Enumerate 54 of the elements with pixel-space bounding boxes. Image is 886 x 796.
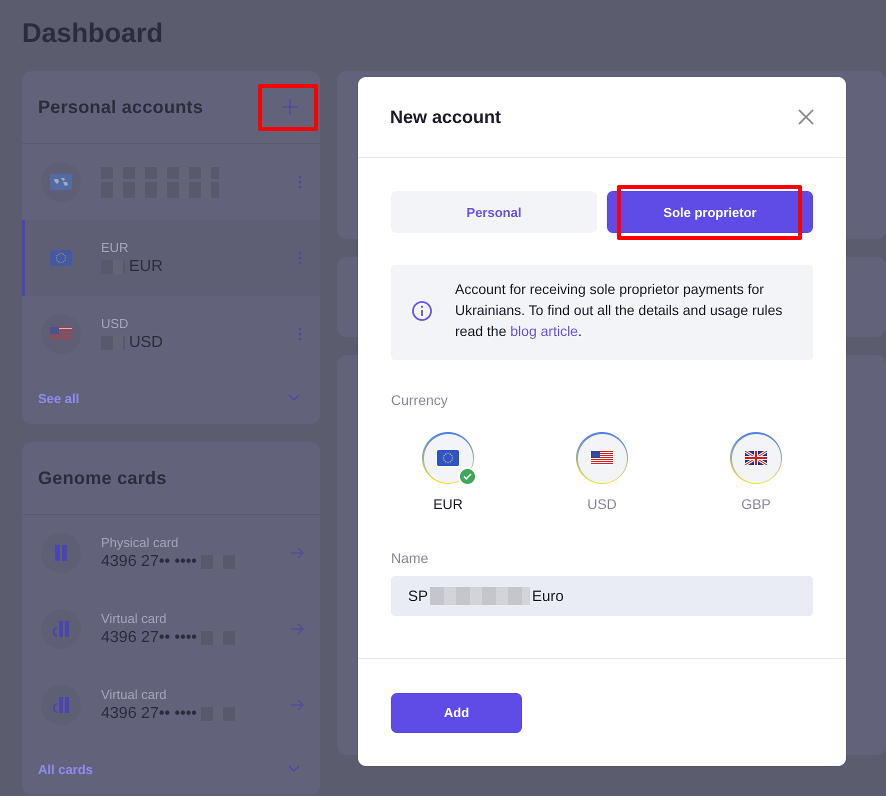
info-icon xyxy=(411,300,433,322)
field-label: Currency xyxy=(391,392,448,408)
add-button[interactable]: Add xyxy=(391,692,522,732)
currency-option[interactable]: USD xyxy=(576,432,628,512)
info-text: Account for receiving sole proprietor payments for Ukrainians. To find out all the details and usage rules read the blog article. xyxy=(455,280,784,341)
close-icon[interactable] xyxy=(798,109,814,125)
account-type-tab[interactable]: Sole proprietor xyxy=(607,191,813,233)
card-row[interactable]: Physical card 4396 27•• •••• xyxy=(22,515,320,591)
chevron-down-icon[interactable] xyxy=(288,394,300,402)
currency-option[interactable]: EUR xyxy=(422,432,474,512)
card-type: Physical card xyxy=(101,535,180,550)
more-icon[interactable] xyxy=(296,325,304,343)
account-balance: USD xyxy=(129,334,163,352)
currency-code: USD xyxy=(587,496,617,512)
currency-option[interactable]: GBP xyxy=(730,432,782,512)
chevron-down-icon[interactable] xyxy=(288,765,300,773)
modal-title: New account xyxy=(390,106,502,128)
account-balance: EUR xyxy=(129,258,163,276)
card-number: 4396 27•• •••• xyxy=(101,705,197,723)
card-type: Virtual card xyxy=(101,687,168,702)
card-title: Personal accounts xyxy=(38,96,204,118)
account-label: EUR xyxy=(101,240,130,255)
card-icon xyxy=(54,545,68,561)
card-row[interactable]: Virtual card 4396 27•• •••• xyxy=(22,667,320,743)
more-icon[interactable] xyxy=(296,173,304,191)
account-row[interactable]: EUR EUR xyxy=(22,220,320,296)
virtual-card-icon xyxy=(51,621,71,637)
card-number: 4396 27•• •••• xyxy=(101,629,197,647)
arrow-right-icon[interactable] xyxy=(290,699,304,711)
card-number: 4396 27•• •••• xyxy=(101,553,197,571)
world-map-icon xyxy=(50,174,72,190)
us-flag-icon xyxy=(50,327,72,341)
blog-link[interactable]: blog article xyxy=(510,323,578,339)
name-field[interactable]: SP Euro xyxy=(391,576,813,616)
currency-code: EUR xyxy=(433,496,463,512)
card-type: Virtual card xyxy=(101,611,168,626)
eu-flag-icon xyxy=(50,250,72,266)
eu-flag-icon xyxy=(437,450,459,466)
card-row[interactable]: Virtual card 4396 27•• •••• xyxy=(22,591,320,667)
field-label: Name xyxy=(391,550,430,566)
us-flag-icon xyxy=(591,451,613,465)
account-label: USD xyxy=(101,316,130,331)
arrow-right-icon[interactable] xyxy=(290,623,304,635)
virtual-card-icon xyxy=(51,697,71,713)
all-cards-link[interactable]: All cards xyxy=(38,762,93,776)
card-title: Genome cards xyxy=(38,468,167,488)
uk-flag-icon xyxy=(745,451,767,465)
see-all-link[interactable]: See all xyxy=(38,390,80,406)
plus-icon xyxy=(281,98,300,116)
currency-code: GBP xyxy=(741,496,771,512)
more-icon[interactable] xyxy=(296,249,304,267)
arrow-right-icon[interactable] xyxy=(290,547,304,559)
account-type-tab[interactable]: Personal xyxy=(391,191,597,233)
account-row[interactable]: USD USD xyxy=(22,296,320,372)
